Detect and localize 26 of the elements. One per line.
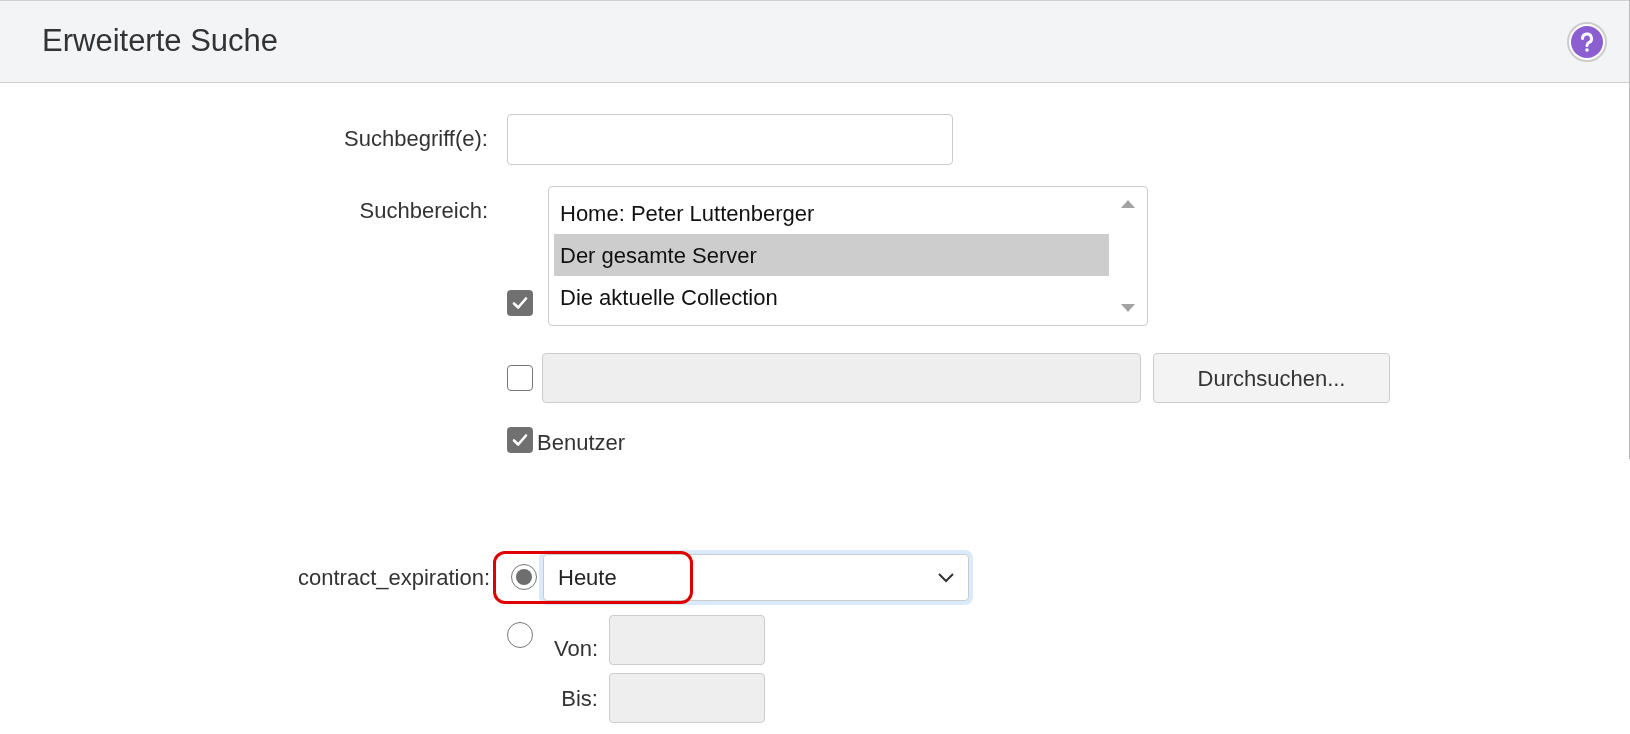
checkbox[interactable] [507,426,533,453]
to-date-field[interactable] [609,673,765,723]
scroll-down-icon[interactable] [1121,304,1135,312]
listbox-option[interactable]: Der gesamte Server [554,234,1109,276]
checkmark-icon [511,294,529,312]
radio-button[interactable] [507,622,533,648]
checkbox[interactable] [507,365,533,391]
field-label: contract_expiration: [297,564,490,592]
field-label: Suchbereich: [358,197,488,225]
checkbox-label: Benutzer [537,429,626,457]
field-label: Bis: [560,684,598,713]
listbox-option[interactable]: Die aktuelle Collection [554,276,1109,318]
from-date-field[interactable] [609,614,765,665]
search-term-field[interactable] [507,114,953,165]
field-label: Von: [552,635,598,663]
radio-button[interactable] [511,564,537,590]
checkbox[interactable] [507,290,533,316]
scope-listbox[interactable]: Home: Peter Luttenberger Der gesamte Server Die aktuelle Collection [548,186,1148,326]
dialog-title: Erweiterte Suche [42,22,279,61]
scroll-up-icon[interactable] [1121,200,1135,208]
chevron-down-icon [938,572,954,583]
listbox-option[interactable]: Home: Peter Luttenberger [554,192,1109,234]
path-field[interactable] [542,353,1141,403]
help-icon[interactable] [1567,21,1607,62]
field-label: Suchbegriff(e): [343,125,488,153]
browse-button[interactable]: Durchsuchen... [1153,353,1390,403]
